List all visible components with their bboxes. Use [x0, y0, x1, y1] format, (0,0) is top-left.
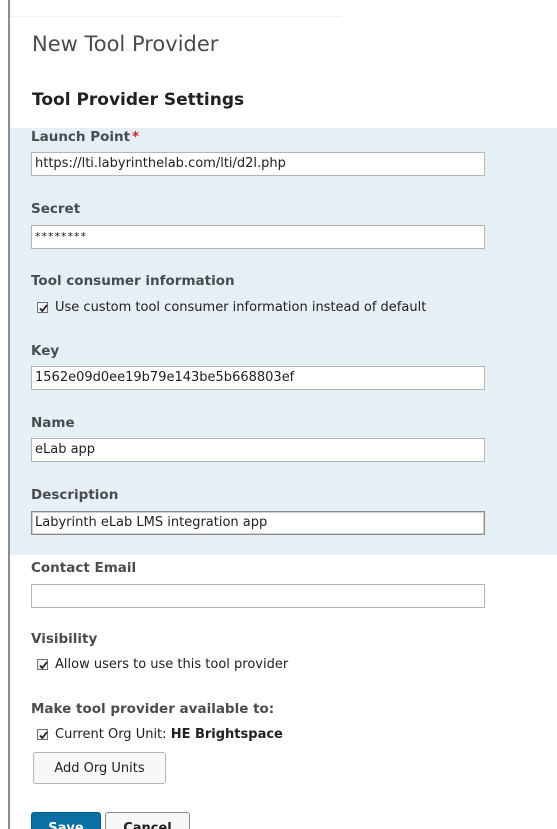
checkmark-icon	[39, 731, 48, 740]
visibility-label: Visibility	[31, 631, 98, 647]
key-input[interactable]: 1562e09d0ee19b79e143be5b668803ef	[31, 366, 485, 390]
save-button[interactable]: Save	[31, 812, 101, 829]
page-title: New Tool Provider	[32, 32, 219, 56]
visibility-checkbox[interactable]	[37, 659, 48, 670]
page: New Tool Provider Tool Provider Settings…	[0, 0, 557, 829]
tool-consumer-checkbox[interactable]	[37, 302, 48, 313]
name-label: Name	[31, 415, 75, 431]
cancel-button[interactable]: Cancel	[105, 812, 190, 829]
current-org-unit-label[interactable]: Current Org Unit:	[55, 727, 167, 742]
key-label: Key	[31, 343, 60, 359]
availability-label: Make tool provider available to:	[31, 701, 275, 717]
current-org-unit-checkbox[interactable]	[37, 729, 48, 740]
description-input[interactable]: Labyrinth eLab LMS integration app	[31, 511, 485, 535]
visibility-check-row[interactable]: Allow users to use this tool provider	[37, 657, 288, 672]
secret-label: Secret	[31, 201, 81, 217]
visibility-checkbox-label[interactable]: Allow users to use this tool provider	[55, 657, 288, 672]
add-org-units-button[interactable]: Add Org Units	[33, 752, 166, 784]
launch-point-label-text: Launch Point	[31, 129, 131, 145]
tool-consumer-check-row[interactable]: Use custom tool consumer information ins…	[37, 300, 426, 315]
section-title: Tool Provider Settings	[32, 90, 245, 110]
availability-check-row[interactable]: Current Org Unit: HE Brightspace	[37, 727, 283, 742]
required-marker: *	[132, 130, 139, 145]
contact-email-label: Contact Email	[31, 560, 137, 576]
tool-consumer-label: Tool consumer information	[31, 273, 235, 289]
org-unit-name: HE Brightspace	[170, 727, 283, 742]
secret-input[interactable]: ********	[31, 225, 485, 249]
launch-point-input[interactable]: https://lti.labyrinthelab.com/lti/d2l.ph…	[31, 152, 485, 176]
name-input[interactable]: eLab app	[31, 438, 485, 462]
launch-point-label: Launch Point *	[31, 129, 139, 145]
tool-consumer-checkbox-label[interactable]: Use custom tool consumer information ins…	[55, 300, 426, 315]
checkmark-icon	[39, 304, 48, 313]
description-label: Description	[31, 487, 119, 503]
contact-email-input[interactable]	[31, 584, 485, 608]
checkmark-icon	[39, 661, 48, 670]
top-edge	[10, 0, 340, 17]
